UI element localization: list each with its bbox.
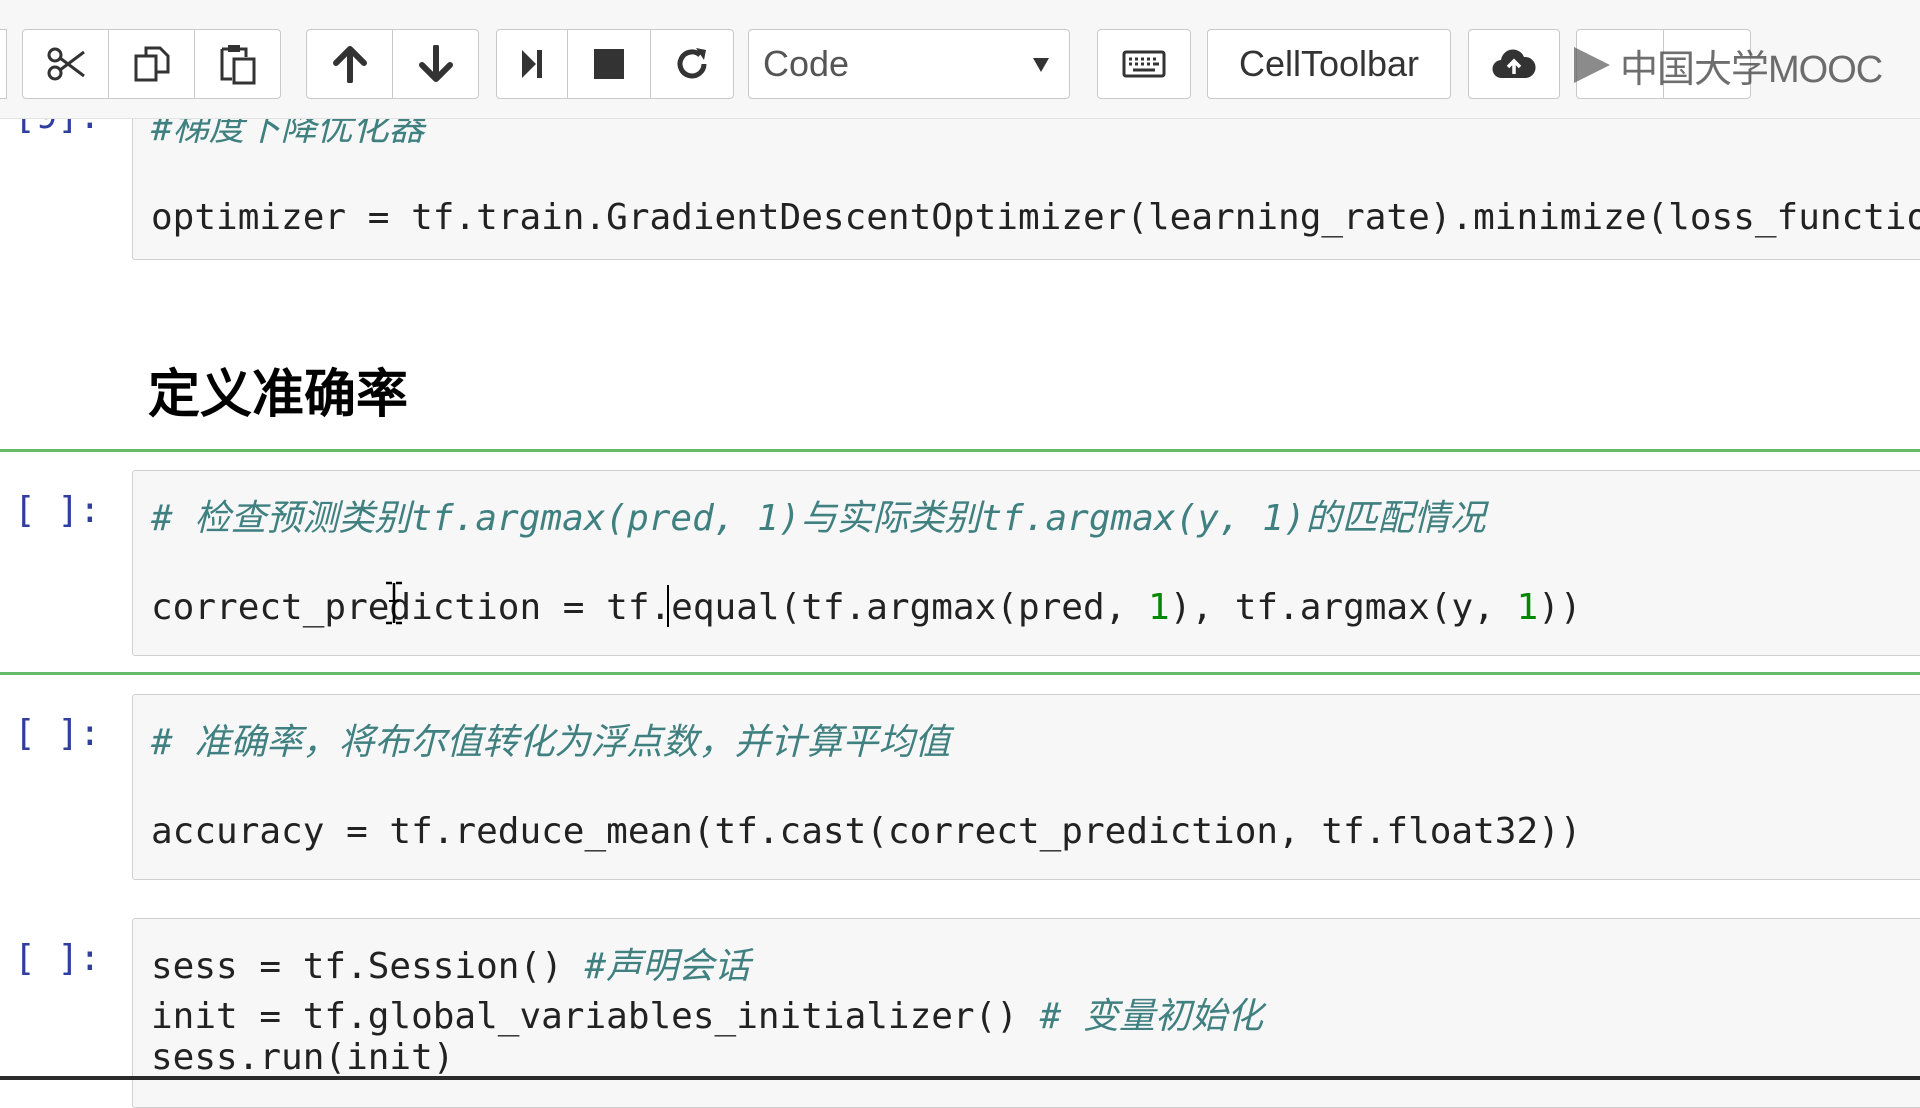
code-line: init = tf.global_variables_initializer()… <box>151 987 1263 1039</box>
number-literal: 1 <box>1516 587 1539 628</box>
arrow-up-icon <box>332 46 367 83</box>
cut-button[interactable] <box>22 29 109 99</box>
code-line: accuracy = tf.reduce_mean(tf.cast(correc… <box>151 811 1582 852</box>
mooc-watermark: 中国大学MOOC <box>1570 40 1883 91</box>
ibeam-cursor-icon <box>386 581 402 625</box>
step-forward-icon <box>522 50 542 78</box>
text-cursor <box>667 585 669 627</box>
code-comment: # 检查预测类别tf.argmax(pred, 1)与实际类别tf.argmax… <box>151 498 1486 539</box>
paste-icon <box>220 45 255 85</box>
cell-prompt: [ ]: <box>14 938 101 979</box>
code-comment: # 变量初始化 <box>1039 996 1263 1037</box>
code-cell-accuracy[interactable]: # 准确率，将布尔值转化为浮点数，并计算平均值 accuracy = tf.re… <box>132 694 1920 880</box>
code-comment: # 准确率，将布尔值转化为浮点数，并计算平均值 <box>151 722 951 763</box>
stop-icon <box>594 49 624 79</box>
upload-button-group <box>1468 29 1560 99</box>
edit-button-group <box>22 29 281 99</box>
play-icon <box>1574 47 1610 83</box>
copy-button[interactable] <box>108 29 195 99</box>
code-text: correct_prediction = tf.equal(tf.argmax(… <box>151 587 1148 628</box>
code-line: sess.run(init) <box>151 1037 455 1078</box>
keyboard-icon <box>1122 50 1166 78</box>
caret-down-icon <box>1033 58 1049 72</box>
celltoolbar-button[interactable]: CellToolbar <box>1207 29 1451 99</box>
truncated-button[interactable] <box>0 29 7 99</box>
cut-icon <box>47 47 85 81</box>
keyboard-button-group <box>1097 29 1191 99</box>
code-text: )) <box>1538 587 1582 628</box>
code-text: ), tf.argmax(y, <box>1169 587 1517 628</box>
paste-button[interactable] <box>194 29 281 99</box>
code-line: optimizer = tf.train.GradientDescentOpti… <box>151 197 1920 238</box>
code-text: init = tf.global_variables_initializer() <box>151 996 1040 1037</box>
move-down-button[interactable] <box>392 29 479 99</box>
cloud-upload-icon <box>1492 49 1536 79</box>
bottom-divider <box>0 1076 1920 1080</box>
notebook-toolbar: Code CellToolbar 中国大学MOOC <box>0 0 1920 119</box>
cell-prompt: [ ]: <box>14 713 101 754</box>
number-literal: 1 <box>1148 587 1170 628</box>
cell-type-value: Code <box>763 43 850 84</box>
refresh-icon <box>677 48 707 79</box>
restart-kernel-button[interactable] <box>650 29 734 99</box>
copy-icon <box>134 46 169 82</box>
code-cell-correct-prediction[interactable]: # 检查预测类别tf.argmax(pred, 1)与实际类别tf.argmax… <box>132 470 1920 656</box>
cell-prompt: [ ]: <box>14 490 101 531</box>
run-button-group <box>496 29 734 99</box>
watermark-text: 中国大学MOOC <box>1620 48 1883 91</box>
code-line: correct_prediction = tf.equal(tf.argmax(… <box>151 587 1582 628</box>
cell-type-select[interactable]: Code <box>748 29 1070 99</box>
code-comment: #声明会话 <box>584 946 751 987</box>
code-line: sess = tf.Session() #声明会话 <box>151 937 750 989</box>
markdown-heading[interactable]: 定义准确率 <box>148 352 408 427</box>
move-button-group <box>306 29 479 99</box>
arrow-down-icon <box>418 45 453 82</box>
upload-button[interactable] <box>1468 29 1560 99</box>
selected-cell-border-bottom <box>0 672 1920 675</box>
celltoolbar-label: CellToolbar <box>1238 43 1420 84</box>
code-text: sess = tf.Session() <box>151 946 585 987</box>
move-up-button[interactable] <box>306 29 393 99</box>
interrupt-kernel-button[interactable] <box>567 29 651 99</box>
run-cell-button[interactable] <box>496 29 568 99</box>
command-palette-button[interactable] <box>1097 29 1191 99</box>
selected-cell-border-top <box>0 449 1920 452</box>
